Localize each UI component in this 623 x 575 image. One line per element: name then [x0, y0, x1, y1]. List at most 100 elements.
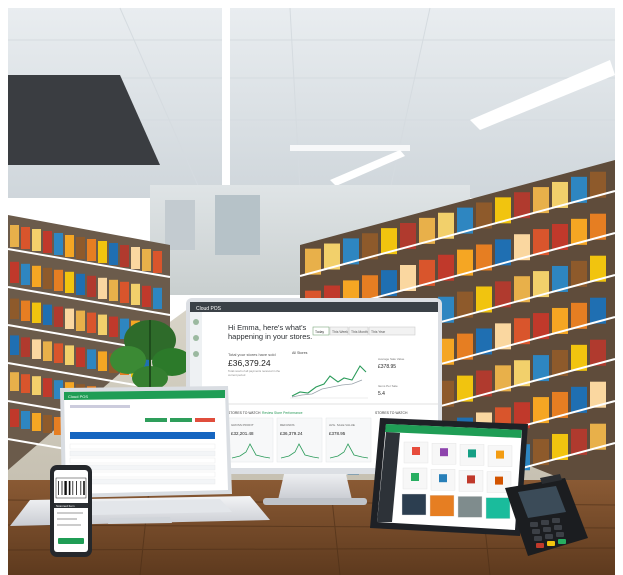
tile-icon	[468, 449, 476, 458]
keypad-key[interactable]	[541, 520, 549, 525]
shelf-product	[32, 302, 41, 323]
shelf-product	[120, 245, 129, 267]
shelf-product	[10, 372, 19, 391]
keypad-key[interactable]	[536, 543, 544, 548]
laptop-toolbar	[70, 405, 130, 408]
shelf-product	[43, 378, 52, 397]
shelf-product	[32, 339, 41, 359]
tile-icon	[467, 475, 475, 484]
stat2-label: Items Per Sale	[378, 384, 398, 388]
shelf-product	[10, 225, 19, 247]
shelf-product	[142, 285, 151, 307]
laptop-table-row[interactable]	[69, 464, 216, 471]
keypad-key[interactable]	[532, 529, 540, 534]
barcode-bar	[83, 481, 85, 495]
shelf-product	[109, 279, 118, 301]
stat1-value: £378.95	[378, 364, 396, 370]
monitor-header-bar	[190, 302, 438, 312]
back-window	[165, 200, 195, 250]
shelf-product	[54, 269, 63, 291]
phone-line	[57, 524, 81, 526]
section-divider	[202, 403, 438, 405]
supermarket-pos-scene: Cloud POS Hi Emma, here's what's happeni…	[0, 0, 623, 575]
tile-icon	[411, 473, 419, 481]
section-left: STORES TO WATCH	[228, 411, 261, 415]
monitor-base	[263, 498, 367, 505]
scene-illustration: Cloud POS Hi Emma, here's what's happeni…	[7, 7, 616, 575]
monitor-brand: Cloud POS	[196, 306, 222, 312]
laptop-table-row[interactable]	[69, 443, 216, 450]
keypad-key[interactable]	[552, 518, 560, 523]
barcode-bar	[72, 481, 74, 495]
chart-title: All Stores	[292, 351, 308, 355]
ceiling-light	[290, 145, 410, 151]
keypad-key[interactable]	[534, 536, 542, 541]
barcode-bar	[61, 481, 63, 495]
tab-this-year-label: This Year	[371, 330, 386, 334]
shelf-product	[21, 411, 30, 429]
tab-this-week-label: This Week	[332, 330, 348, 334]
tablet-tile[interactable]	[485, 497, 511, 519]
sidebar-icon	[193, 319, 199, 325]
laptop-trackpad[interactable]	[108, 517, 172, 524]
section-far: STORES TO WATCH	[375, 411, 408, 415]
shelf-product	[65, 235, 74, 257]
sales-amount: £36,379.24	[228, 358, 271, 368]
barcode-bar	[68, 481, 71, 495]
shelf-product	[43, 304, 52, 325]
shelf-product	[142, 249, 151, 271]
shelf-product	[54, 233, 63, 255]
monitor-tabs: Today This Week This Month This Year	[312, 326, 416, 336]
pos-tablet	[370, 418, 528, 536]
tile-icon	[496, 450, 504, 459]
sidebar-icon	[193, 351, 199, 357]
shelf-product	[131, 283, 140, 305]
tablet-tile[interactable]	[429, 495, 455, 517]
monitor-cards: GROSS PROFIT £32,201.48 REFUNDS £36,379.24 A…	[227, 417, 372, 463]
barcode-bar	[64, 481, 67, 495]
shelf-product	[98, 277, 107, 299]
shelf-product	[65, 345, 74, 365]
shelf-product	[32, 413, 41, 431]
shelf-product	[43, 231, 52, 253]
shelf-product	[10, 409, 19, 427]
keypad-key[interactable]	[554, 525, 562, 530]
laptop-action-button[interactable]	[170, 418, 192, 422]
keypad-key[interactable]	[556, 532, 564, 537]
shelf-product	[43, 267, 52, 289]
handheld-scanner-phone: Scanned Item	[50, 465, 92, 557]
tile-icon	[439, 474, 447, 483]
keypad-key[interactable]	[530, 522, 538, 527]
shelf-product	[21, 263, 30, 285]
keypad-key[interactable]	[545, 534, 553, 539]
shelf-product	[21, 374, 30, 393]
shelf-product	[54, 306, 63, 327]
tablet-tile[interactable]	[401, 493, 427, 516]
keypad-key[interactable]	[547, 541, 555, 546]
shelf-product	[98, 314, 107, 335]
shelf-product	[109, 243, 118, 265]
shelf-product	[87, 312, 96, 333]
shelf-product	[76, 273, 85, 295]
tab-this-month-label: This Month	[351, 330, 368, 334]
laptop-action-button[interactable]	[145, 418, 167, 422]
section-right[interactable]: Review Store Performance	[262, 411, 303, 415]
sales-caption-line2: current period	[228, 373, 246, 377]
kpi-card-value: £32,201.48	[231, 431, 254, 436]
laptop-action-button[interactable]	[195, 418, 215, 422]
shelf-product	[76, 237, 85, 259]
shelf-product	[32, 376, 41, 395]
stat1-label: Average Sale Value	[378, 357, 405, 361]
shelf-product	[65, 271, 74, 293]
tablet-tile[interactable]	[457, 496, 483, 518]
laptop-table-row[interactable]	[69, 450, 216, 457]
keypad-key[interactable]	[543, 527, 551, 532]
sales-title: Total your stores have sold	[228, 352, 276, 357]
keypad-key[interactable]	[558, 539, 566, 544]
shelf-product	[32, 265, 41, 287]
laptop-table-row[interactable]	[69, 457, 216, 464]
monitor-stand	[278, 470, 352, 500]
phone-button[interactable]	[58, 538, 84, 544]
shelf-product	[10, 261, 19, 283]
shelf-product	[21, 337, 30, 357]
